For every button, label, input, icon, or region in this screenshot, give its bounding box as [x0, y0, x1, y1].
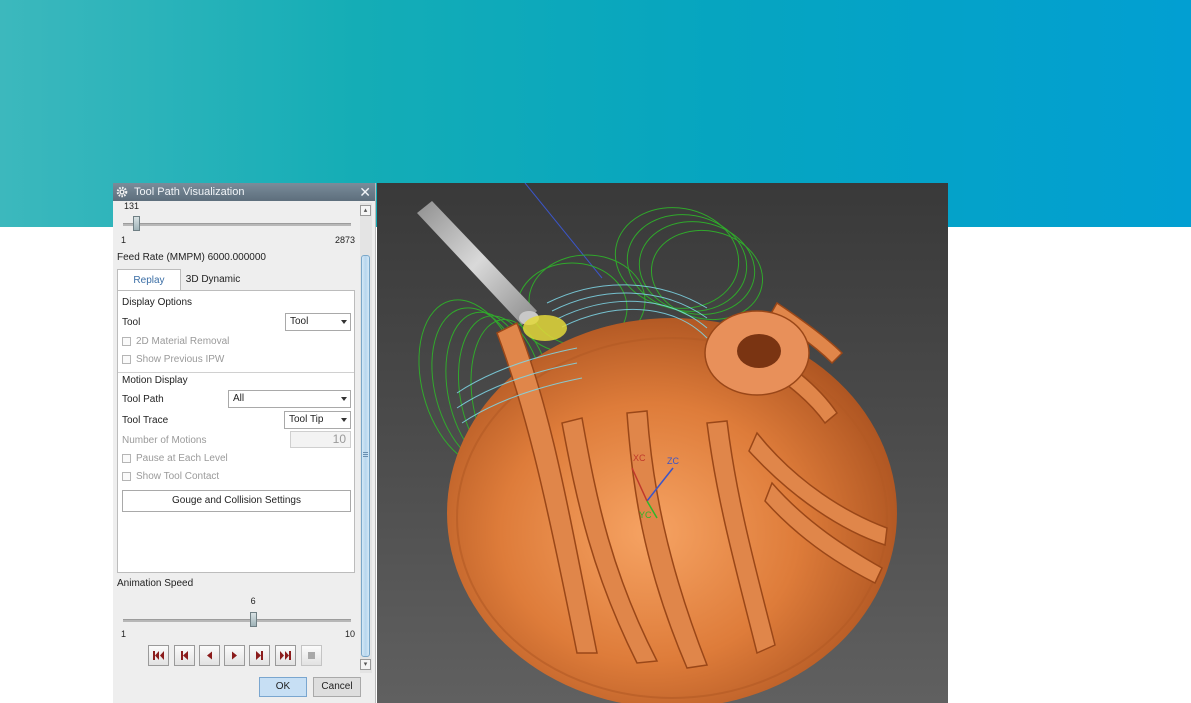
- scrollbar-thumb[interactable]: [361, 255, 370, 657]
- tool-label: Tool: [122, 317, 141, 328]
- tool-path-select[interactable]: All: [228, 390, 351, 408]
- axis-label-yc: YC: [639, 510, 652, 520]
- scroll-up-icon[interactable]: ▴: [360, 205, 371, 216]
- animation-speed-label: Animation Speed: [117, 578, 194, 589]
- tool-trace-label: Tool Trace: [122, 415, 169, 426]
- scroll-down-icon[interactable]: ▾: [360, 659, 371, 670]
- motion-display-heading: Motion Display: [122, 375, 188, 386]
- dialog-title: Tool Path Visualization: [134, 186, 245, 198]
- tool-select[interactable]: Tool: [285, 313, 351, 331]
- show-previous-ipw-label: Show Previous IPW: [136, 354, 225, 365]
- pause-each-level-checkbox[interactable]: [122, 454, 131, 463]
- play-reverse-icon: [207, 651, 212, 660]
- tool-path-visualization-dialog: Tool Path Visualization ✕ 131 1 2873 Fee…: [113, 183, 376, 703]
- display-options-heading: Display Options: [122, 297, 193, 308]
- motion-slider-min: 1: [121, 235, 127, 245]
- impeller-model: ZC XC YC: [417, 183, 897, 703]
- animation-speed-thumb[interactable]: [249, 612, 257, 627]
- step-back-button[interactable]: [174, 645, 195, 666]
- section-divider: [118, 372, 354, 373]
- motion-slider-thumb[interactable]: [133, 216, 141, 231]
- dialog-scrollbar[interactable]: ▴ ▾: [360, 203, 372, 673]
- show-tool-contact-label: Show Tool Contact: [136, 471, 220, 482]
- show-tool-contact-checkbox[interactable]: [122, 472, 131, 481]
- tab-replay[interactable]: Replay: [117, 269, 181, 290]
- graphics-viewport[interactable]: ZC XC YC: [377, 183, 948, 703]
- replay-panel: Display Options Tool Tool 2D Material Re…: [117, 290, 355, 573]
- tool-trace-select-value: Tool Tip: [289, 414, 324, 425]
- play-forward-icon: [232, 651, 237, 660]
- gear-icon: [116, 186, 128, 198]
- tab-3d-dynamic[interactable]: 3D Dynamic: [181, 269, 245, 290]
- tool-trace-select[interactable]: Tool Tip: [284, 411, 351, 429]
- tool-path-select-value: All: [233, 393, 245, 404]
- cancel-button[interactable]: Cancel: [313, 677, 361, 697]
- tool-path-label: Tool Path: [122, 394, 164, 405]
- step-forward-button[interactable]: [249, 645, 270, 666]
- skip-to-end-icon: [280, 651, 291, 660]
- step-forward-icon: [256, 651, 263, 660]
- close-icon[interactable]: ✕: [359, 183, 371, 201]
- chevron-down-icon: [341, 397, 347, 401]
- play-forward-button[interactable]: [224, 645, 245, 666]
- animation-speed-current: 6: [250, 596, 256, 606]
- animation-speed-max: 10: [345, 629, 356, 639]
- number-of-motions-field[interactable]: 10: [290, 431, 351, 448]
- axis-label-zc: ZC: [667, 456, 679, 466]
- go-to-end-button[interactable]: [275, 645, 296, 666]
- ok-button[interactable]: OK: [259, 677, 307, 697]
- go-to-start-button[interactable]: [148, 645, 169, 666]
- motion-slider-max: 2873: [335, 235, 356, 245]
- pause-each-level-label: Pause at Each Level: [136, 453, 228, 464]
- chevron-down-icon: [341, 320, 347, 324]
- animation-speed-track[interactable]: [123, 619, 351, 622]
- feed-rate-readout: Feed Rate (MMPM) 6000.000000: [117, 252, 266, 263]
- tool-select-value: Tool: [290, 316, 309, 327]
- stop-button[interactable]: [301, 645, 322, 666]
- stop-icon: [308, 652, 315, 659]
- motion-slider-track[interactable]: [123, 223, 351, 226]
- number-of-motions-label: Number of Motions: [122, 435, 207, 446]
- gouge-collision-settings-button[interactable]: Gouge and Collision Settings: [122, 490, 351, 512]
- step-back-icon: [181, 651, 188, 660]
- animation-speed-min: 1: [121, 629, 127, 639]
- motion-slider-current: 131: [124, 201, 140, 211]
- show-previous-ipw-checkbox[interactable]: [122, 355, 131, 364]
- material-removal-2d-checkbox[interactable]: [122, 337, 131, 346]
- material-removal-2d-label: 2D Material Removal: [136, 336, 230, 347]
- chevron-down-icon: [341, 418, 347, 422]
- skip-to-start-icon: [153, 651, 164, 660]
- play-reverse-button[interactable]: [199, 645, 220, 666]
- dialog-titlebar[interactable]: Tool Path Visualization ✕: [113, 183, 375, 201]
- axis-label-xc: XC: [633, 453, 646, 463]
